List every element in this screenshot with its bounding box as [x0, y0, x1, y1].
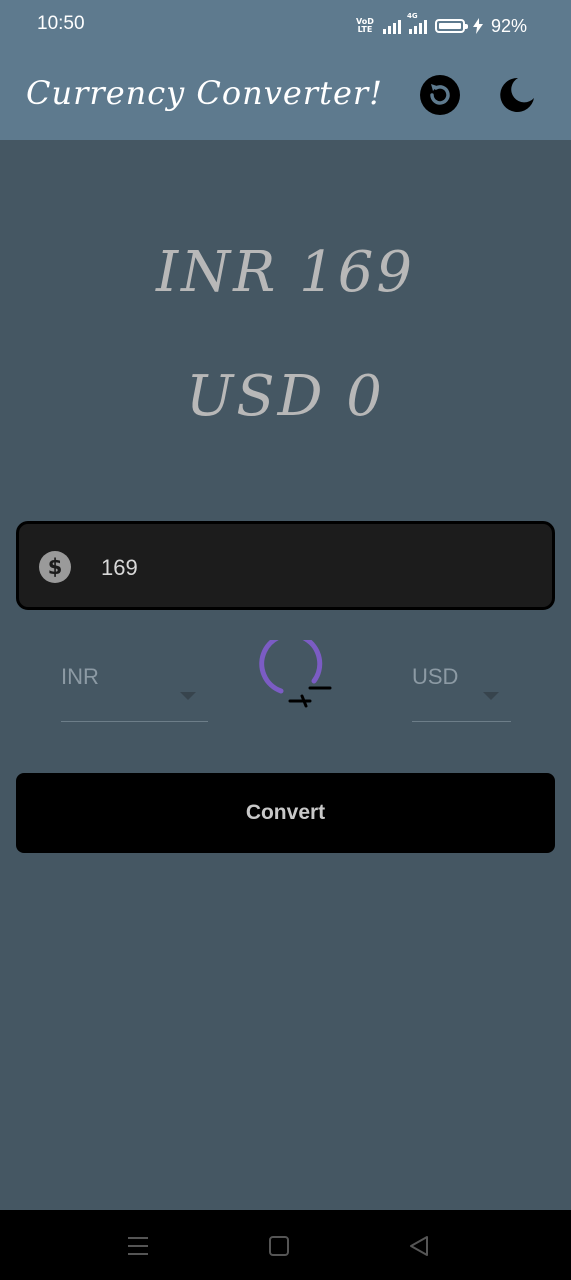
theme-toggle-button[interactable] — [496, 74, 538, 116]
from-amount-display: INR 169 — [156, 240, 415, 305]
swap-currency-button[interactable] — [250, 632, 334, 712]
from-currency-value: INR — [61, 664, 99, 689]
navigation-bar — [0, 1210, 571, 1280]
volte-indicator: VoD LTE — [356, 17, 374, 34]
home-icon — [269, 1236, 289, 1256]
from-currency-dropdown[interactable]: INR — [61, 656, 208, 722]
to-currency-value: USD — [412, 664, 459, 689]
network-type: 4G — [406, 12, 418, 20]
status-indicators: VoD LTE 4G 92% — [355, 12, 527, 38]
home-button[interactable] — [267, 1234, 291, 1258]
to-amount-display: USD 0 — [186, 364, 385, 429]
status-time: 10:50 — [37, 13, 85, 34]
dropdown-underline — [61, 721, 208, 722]
moon-icon — [500, 77, 534, 112]
convert-button[interactable]: Convert — [16, 773, 555, 853]
charging-icon — [472, 18, 483, 34]
status-bar: 10:50 VoD LTE 4G 92% — [0, 0, 571, 52]
dollar-icon: $ — [39, 551, 71, 583]
refresh-button[interactable] — [419, 74, 461, 116]
signal-4g-icon: 4G — [407, 12, 427, 34]
svg-text:$: $ — [48, 555, 63, 579]
app-title: Currency Converter! — [26, 74, 384, 112]
menu-icon — [128, 1237, 148, 1255]
battery-percent: 92% — [490, 15, 527, 36]
battery-icon — [434, 19, 468, 33]
to-currency-dropdown[interactable]: USD — [412, 656, 511, 722]
swap-loading-icon — [259, 632, 332, 708]
back-icon — [410, 1236, 428, 1256]
signal-icon — [382, 18, 401, 34]
refresh-icon — [420, 75, 460, 115]
chevron-down-icon — [483, 692, 499, 700]
dropdown-underline — [412, 721, 511, 722]
amount-field[interactable]: $ — [16, 521, 555, 610]
chevron-down-icon — [180, 692, 196, 700]
app-bar: Currency Converter! — [0, 52, 571, 140]
amount-input[interactable] — [99, 550, 523, 586]
back-button[interactable] — [407, 1234, 431, 1258]
recent-apps-button[interactable] — [126, 1234, 150, 1258]
